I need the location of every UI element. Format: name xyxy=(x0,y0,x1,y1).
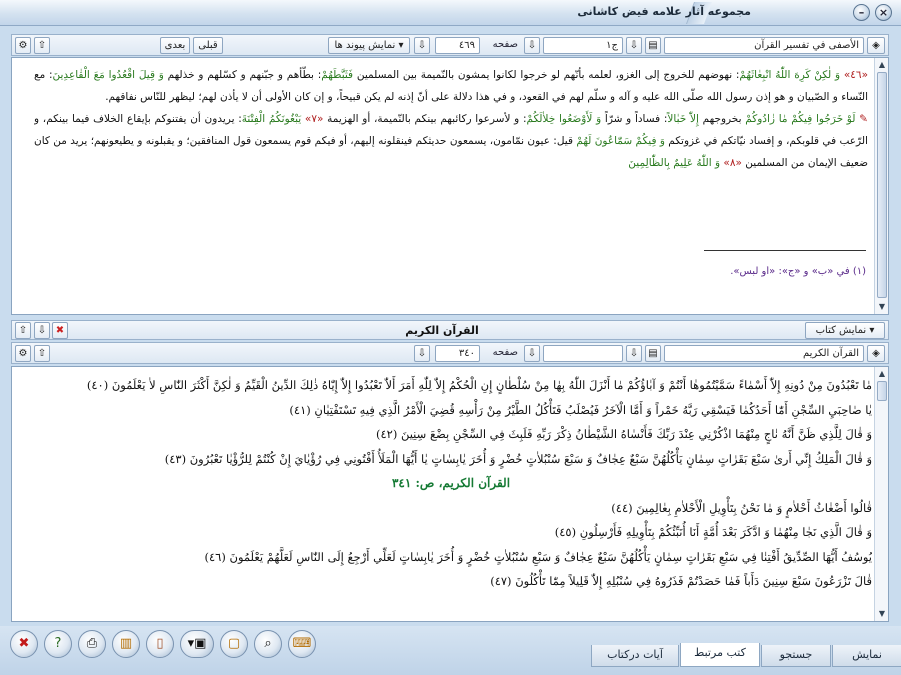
book-list-icon[interactable]: ▤ xyxy=(645,345,661,362)
commentary-sentence: : بطّأهم و جبّنهم و كسّلهم و خذلهم xyxy=(167,69,322,81)
settings-icon[interactable]: ⚙ xyxy=(15,345,31,362)
middle-bar: نمايش كتاب ▾ القرآن الكريم ✖ ⇩ ⇧ xyxy=(11,320,889,340)
keyboard-icon[interactable]: ⌨ xyxy=(288,630,316,658)
quran-line: قٰالَ تَزْرَعُونَ سَبْعَ سِنِينَ دَأَباً… xyxy=(490,574,872,588)
pane-down-icon[interactable]: ⇩ xyxy=(34,322,50,339)
page-heading: القرآن الكريم، ص: ٣٤١ xyxy=(391,476,511,490)
close-window-button[interactable]: × xyxy=(875,4,892,21)
previous-button[interactable]: قبلى xyxy=(193,37,223,54)
book-name-field[interactable]: الأصفى في تفسير القرآن xyxy=(664,37,864,54)
bookmark-menu-icon[interactable]: ▾▣ xyxy=(180,630,214,658)
show-book-button[interactable]: نمايش كتاب ▾ xyxy=(805,322,885,339)
settings-icon[interactable]: ⚙ xyxy=(15,37,31,54)
page-label: صفحه xyxy=(492,347,518,358)
quran-line: قٰالُوا أَضْغٰاثُ أَحْلاٰمٍ وَ مٰا نَحْن… xyxy=(611,500,872,515)
quran-book-field[interactable]: القرآن الكريم xyxy=(664,345,864,362)
book-icon[interactable]: ▯ xyxy=(146,630,174,658)
quran-quote: لَوْ خَرَجُوا فِيكُمْ مٰا زٰادُوكُمْ xyxy=(745,113,856,125)
quran-quote: فَثَبَّطَهُمْ xyxy=(321,69,354,81)
scroll-up-arrow-icon[interactable]: ▲ xyxy=(876,59,888,71)
verse-number: «٨» xyxy=(723,157,742,169)
volume-dropdown-icon[interactable]: ⇩ xyxy=(626,37,642,54)
footnote: (١) في «ب» و «ج»: «أو لبس». xyxy=(730,266,866,277)
quran-toolbar: ◈ القرآن الكريم ▤ ⇩ ⇩ صفحه ٣٤٠ ⇩ ⇧ ⚙ xyxy=(11,342,889,364)
footnote-separator xyxy=(704,250,866,251)
scroll-up-arrow-icon[interactable]: ▲ xyxy=(876,368,888,380)
verse-number: «٧» xyxy=(304,113,324,125)
print-icon[interactable]: ⎙ xyxy=(78,630,106,658)
commentary-sentence: : و لأسرعوا ركائبهم بينكم بالنّميمة، أو … xyxy=(327,113,527,125)
page-dropdown-icon[interactable]: ⇩ xyxy=(524,345,540,362)
search-icon[interactable]: ⌕ xyxy=(254,630,282,658)
tab-search[interactable]: جستجو xyxy=(761,645,831,667)
commentary-sentence: بخروجهم xyxy=(702,113,742,125)
page-spin-down-icon[interactable]: ⇩ xyxy=(414,345,430,362)
quran-quote: وَ لَأَوْضَعُوا خِلاٰلَكُمْ xyxy=(526,113,602,125)
quran-line: يُوسُفُ أَيُّهَا الصِّدِّيقُ أَفْتِنٰا ف… xyxy=(204,549,873,564)
book-list-icon[interactable]: ▤ xyxy=(645,37,661,54)
page-spin-down-icon[interactable]: ⇩ xyxy=(414,37,430,54)
page-number-field[interactable]: ٤٦٩ xyxy=(435,37,480,54)
quran-quote: وَ اللّٰهُ عَلِيمٌ بِالظّٰالِمِينَ xyxy=(628,157,721,169)
middle-title: القرآن الكريم xyxy=(405,324,479,337)
commentary-toolbar: ◈ الأصفى في تفسير القرآن ▤ ⇩ ج١ ⇩ صفحه ٤… xyxy=(11,34,889,56)
title-bar: × – مجموعه آثار علامه فيض كاشانى xyxy=(0,0,901,26)
scroll-thumb[interactable] xyxy=(877,72,887,298)
quran-quote: وَ قِيلَ اقْعُدُوا مَعَ الْقٰاعِدِينَ xyxy=(52,69,164,81)
quran-scrollbar[interactable]: ▲ ▼ xyxy=(874,367,888,621)
quran-line: وَ قٰالَ الْمَلِكُ إِنِّي أَرىٰ سَبْعَ ب… xyxy=(164,451,872,466)
minimize-window-button[interactable]: – xyxy=(853,4,870,21)
tab-verses-in-book[interactable]: آيات دركتاب xyxy=(591,645,679,667)
show-links-label: نمايش پيوند ها xyxy=(334,40,396,51)
commentary-panel: «٤٦» وَ لٰكِنْ كَرِهَ اللّٰهُ انْبِعٰاثَ… xyxy=(11,57,889,315)
quran-quote: إِلاّٰ خَبٰالاً xyxy=(667,113,699,125)
bookmark-feather-icon[interactable]: ✎ xyxy=(859,113,868,125)
scroll-down-arrow-icon[interactable]: ▼ xyxy=(876,608,888,620)
scroll-thumb[interactable] xyxy=(877,381,887,401)
quran-quote: وَ فِيكُمْ سَمّٰاعُونَ لَهُمْ xyxy=(576,135,665,147)
commentary-scrollbar[interactable]: ▲ ▼ xyxy=(874,58,888,314)
volume-field[interactable]: ج١ xyxy=(543,37,623,54)
page-dropdown-icon[interactable]: ⇩ xyxy=(524,37,540,54)
volume-field[interactable] xyxy=(543,345,623,362)
quran-line: مٰا تَعْبُدُونَ مِنْ دُونِهِ إِلاّٰ أَسْ… xyxy=(86,378,872,392)
close-pane-icon[interactable]: ✖ xyxy=(52,322,68,339)
page-label: صفحه xyxy=(492,39,518,50)
scroll-down-arrow-icon[interactable]: ▼ xyxy=(876,301,888,313)
show-links-button[interactable]: نمايش پيوند ها ▾ xyxy=(328,37,410,54)
quran-line: يٰا صٰاحِبَيِ السِّجْنِ أَمّٰا أَحَدُكُم… xyxy=(289,402,872,417)
note-icon[interactable]: ▢ xyxy=(220,630,248,658)
scroll-up-icon[interactable]: ⇧ xyxy=(34,345,50,362)
quran-quote: وَ لٰكِنْ كَرِهَ اللّٰهُ انْبِعٰاثَهُمْ xyxy=(739,69,841,81)
scroll-up-icon[interactable]: ⇧ xyxy=(34,37,50,54)
pane-up-icon[interactable]: ⇧ xyxy=(15,322,31,339)
quran-line: وَ قٰالَ لِلَّذِي ظَنَّ أَنَّهُ نٰاجٍ مِ… xyxy=(375,427,872,441)
next-button[interactable]: بعدى xyxy=(160,37,190,54)
tab-linked-books[interactable]: كتب مرتبط xyxy=(680,643,760,667)
show-book-label: نمايش كتاب xyxy=(815,325,867,336)
quran-panel: مٰا تَعْبُدُونَ مِنْ دُونِهِ إِلاّٰ أَسْ… xyxy=(11,366,889,622)
window-title: مجموعه آثار علامه فيض كاشانى xyxy=(577,5,751,18)
quran-page-field[interactable]: ٣٤٠ xyxy=(435,345,480,362)
volume-dropdown-icon[interactable]: ⇩ xyxy=(626,345,642,362)
quran-text: مٰا تَعْبُدُونَ مِنْ دُونِهِ إِلاّٰ أَسْ… xyxy=(30,373,872,617)
quran-quote: يَبْغُونَكُمُ الْفِتْنَةَ xyxy=(241,113,302,125)
tag-icon[interactable]: ◈ xyxy=(867,37,885,54)
commentary-sentence: : نهوضهم للخروج إلى الغزو، لعلمه بأنّهم … xyxy=(356,69,740,81)
help-icon[interactable]: ? xyxy=(44,630,72,658)
tab-show[interactable]: نمايش xyxy=(832,645,901,667)
tag-icon[interactable]: ◈ xyxy=(867,345,885,362)
library-icon[interactable]: ▥ xyxy=(112,630,140,658)
commentary-sentence: : فساداً و شرّاً xyxy=(604,113,668,125)
quran-line: وَ قٰالَ الَّذِي نَجٰا مِنْهُمٰا وَ ادَّ… xyxy=(554,525,872,539)
verse-number: «٤٦» xyxy=(843,69,868,81)
exit-icon[interactable]: ✖ xyxy=(10,630,38,658)
